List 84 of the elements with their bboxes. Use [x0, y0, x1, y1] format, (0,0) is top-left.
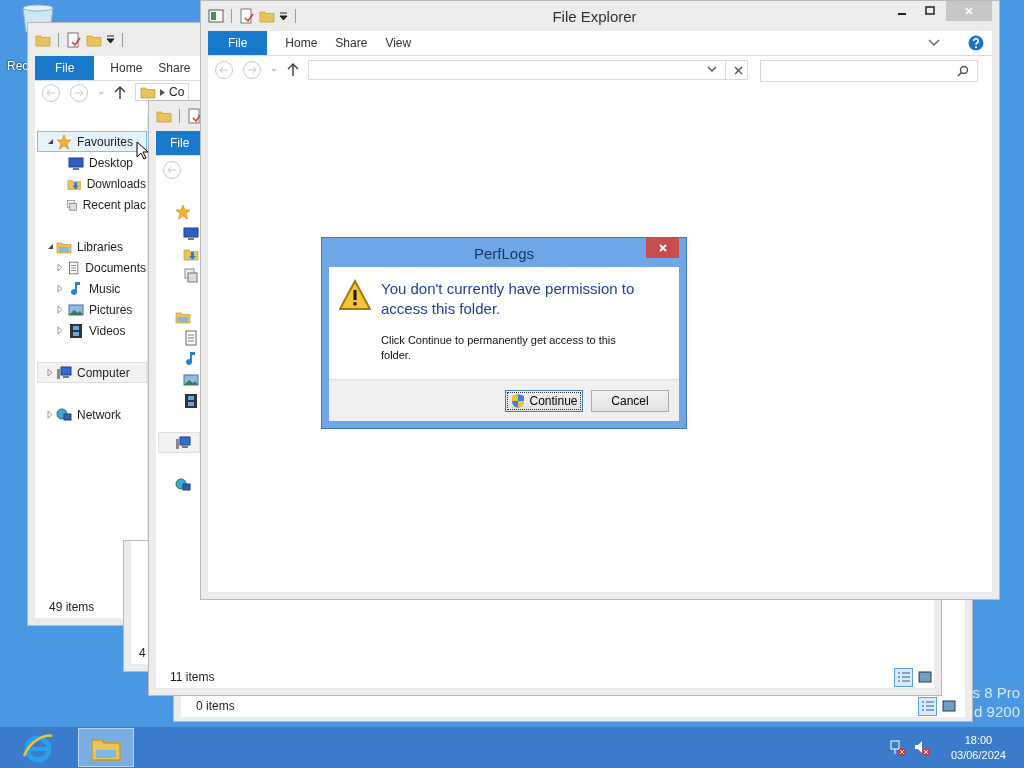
tree-item-label[interactable]: Downloads [86, 176, 146, 191]
address-field[interactable]: Co [135, 83, 190, 101]
search-field[interactable] [760, 60, 978, 82]
tree-row[interactable]: Libraries [37, 236, 147, 257]
expander-icon[interactable] [46, 137, 54, 146]
item-count: 11 items [170, 670, 215, 684]
document-stack-icon[interactable] [183, 266, 199, 283]
dialog-title: PerfLogs [473, 245, 534, 262]
ribbon-tab[interactable]: Share [335, 31, 368, 55]
address-field[interactable] [308, 60, 748, 80]
chevron-right-icon[interactable] [160, 88, 165, 96]
tree-item-label[interactable]: Desktop [89, 155, 134, 170]
tree-row[interactable]: Computer [37, 362, 147, 383]
item-count: 4 [139, 646, 146, 660]
warning-icon [339, 279, 371, 311]
ribbon-tab[interactable]: View [385, 31, 412, 55]
help-icon[interactable] [968, 35, 984, 51]
window-title: File Explorer [551, 7, 638, 25]
tree-row[interactable]: Network [37, 404, 147, 425]
details-view-button[interactable] [894, 667, 913, 687]
item-count: 49 items [49, 600, 95, 614]
tree-item-label[interactable]: Network [77, 407, 121, 422]
list-icon[interactable] [920, 700, 935, 712]
browser-icon [22, 731, 54, 764]
os-version-text: s 8 Pro [972, 684, 1020, 701]
clock-date[interactable]: 03/06/2024 [950, 749, 1006, 761]
monitor-icon[interactable] [68, 154, 84, 171]
monitor-icon[interactable] [183, 224, 199, 241]
clock-time[interactable]: 18:00 [964, 734, 993, 746]
cancel-button[interactable]: Cancel [591, 389, 669, 412]
film-icon[interactable] [68, 322, 84, 339]
star-icon[interactable] [56, 133, 72, 150]
expander-icon[interactable] [46, 242, 54, 251]
tree-item-label[interactable]: Pictures [89, 302, 133, 317]
ribbon-tab[interactable]: Home [110, 56, 143, 80]
document-icon[interactable] [183, 329, 199, 346]
tree-row[interactable]: Favourites [37, 131, 147, 152]
globe-computer-icon[interactable] [175, 476, 191, 493]
details-view-button[interactable] [918, 696, 937, 716]
ribbon-tab[interactable]: File [208, 31, 268, 55]
folder-icon [140, 84, 156, 100]
film-icon[interactable] [183, 392, 199, 409]
mouse-cursor-icon [136, 141, 148, 160]
item-count: 0 items [196, 699, 235, 713]
close-icon[interactable] [657, 243, 668, 253]
search-icon[interactable] [957, 65, 969, 77]
tree-item-label[interactable]: Recent plac [82, 197, 146, 212]
checked-document-icon[interactable] [239, 8, 255, 24]
picture-icon[interactable] [68, 301, 84, 318]
thumbnail-icon[interactable] [917, 671, 932, 683]
maximize-icon[interactable] [925, 6, 935, 16]
close-button[interactable] [646, 238, 679, 258]
globe-computer-icon[interactable] [56, 406, 72, 423]
ribbon-tab[interactable]: Home [285, 31, 318, 55]
chevron-icon[interactable] [707, 66, 717, 74]
caret-icon[interactable] [279, 11, 288, 21]
checked-document-icon[interactable] [187, 108, 203, 124]
checked-document-icon[interactable] [66, 31, 82, 48]
computer-icon[interactable] [175, 434, 191, 451]
shield-icon [510, 392, 527, 409]
continue-button[interactable]: Continue [505, 389, 583, 412]
network-error-icon[interactable] [888, 738, 907, 757]
tree-item-label[interactable]: Documents [85, 260, 146, 275]
tree-item-label[interactable]: Computer [77, 365, 130, 380]
tree-item-label[interactable]: Music [89, 281, 121, 296]
tree-item-label[interactable]: Favourites [77, 134, 134, 149]
clear-icon[interactable] [734, 65, 743, 75]
ribbon-tab[interactable]: File [35, 56, 95, 80]
tree-item-label[interactable]: Libraries [77, 239, 124, 254]
ribbon-tab[interactable]: Share [158, 56, 191, 80]
thumbnail-icon[interactable] [941, 700, 956, 712]
tree-item-label[interactable]: Videos [89, 323, 126, 338]
dialog-heading: You don't currently have permission to access this folder. [381, 279, 636, 319]
chevron-icon[interactable] [928, 39, 940, 47]
computer-icon[interactable] [56, 364, 72, 381]
window-icon[interactable] [208, 9, 224, 23]
document-icon[interactable] [67, 259, 81, 276]
picture-icon[interactable] [183, 371, 199, 388]
list-icon[interactable] [896, 671, 911, 683]
dialog-message: Click Continue to permanently get access to this folder. [381, 333, 617, 363]
os-version-text: d 9200 [974, 703, 1020, 720]
star-icon[interactable] [175, 203, 191, 220]
caret-icon[interactable] [106, 35, 115, 44]
tree-row[interactable] [158, 432, 200, 453]
